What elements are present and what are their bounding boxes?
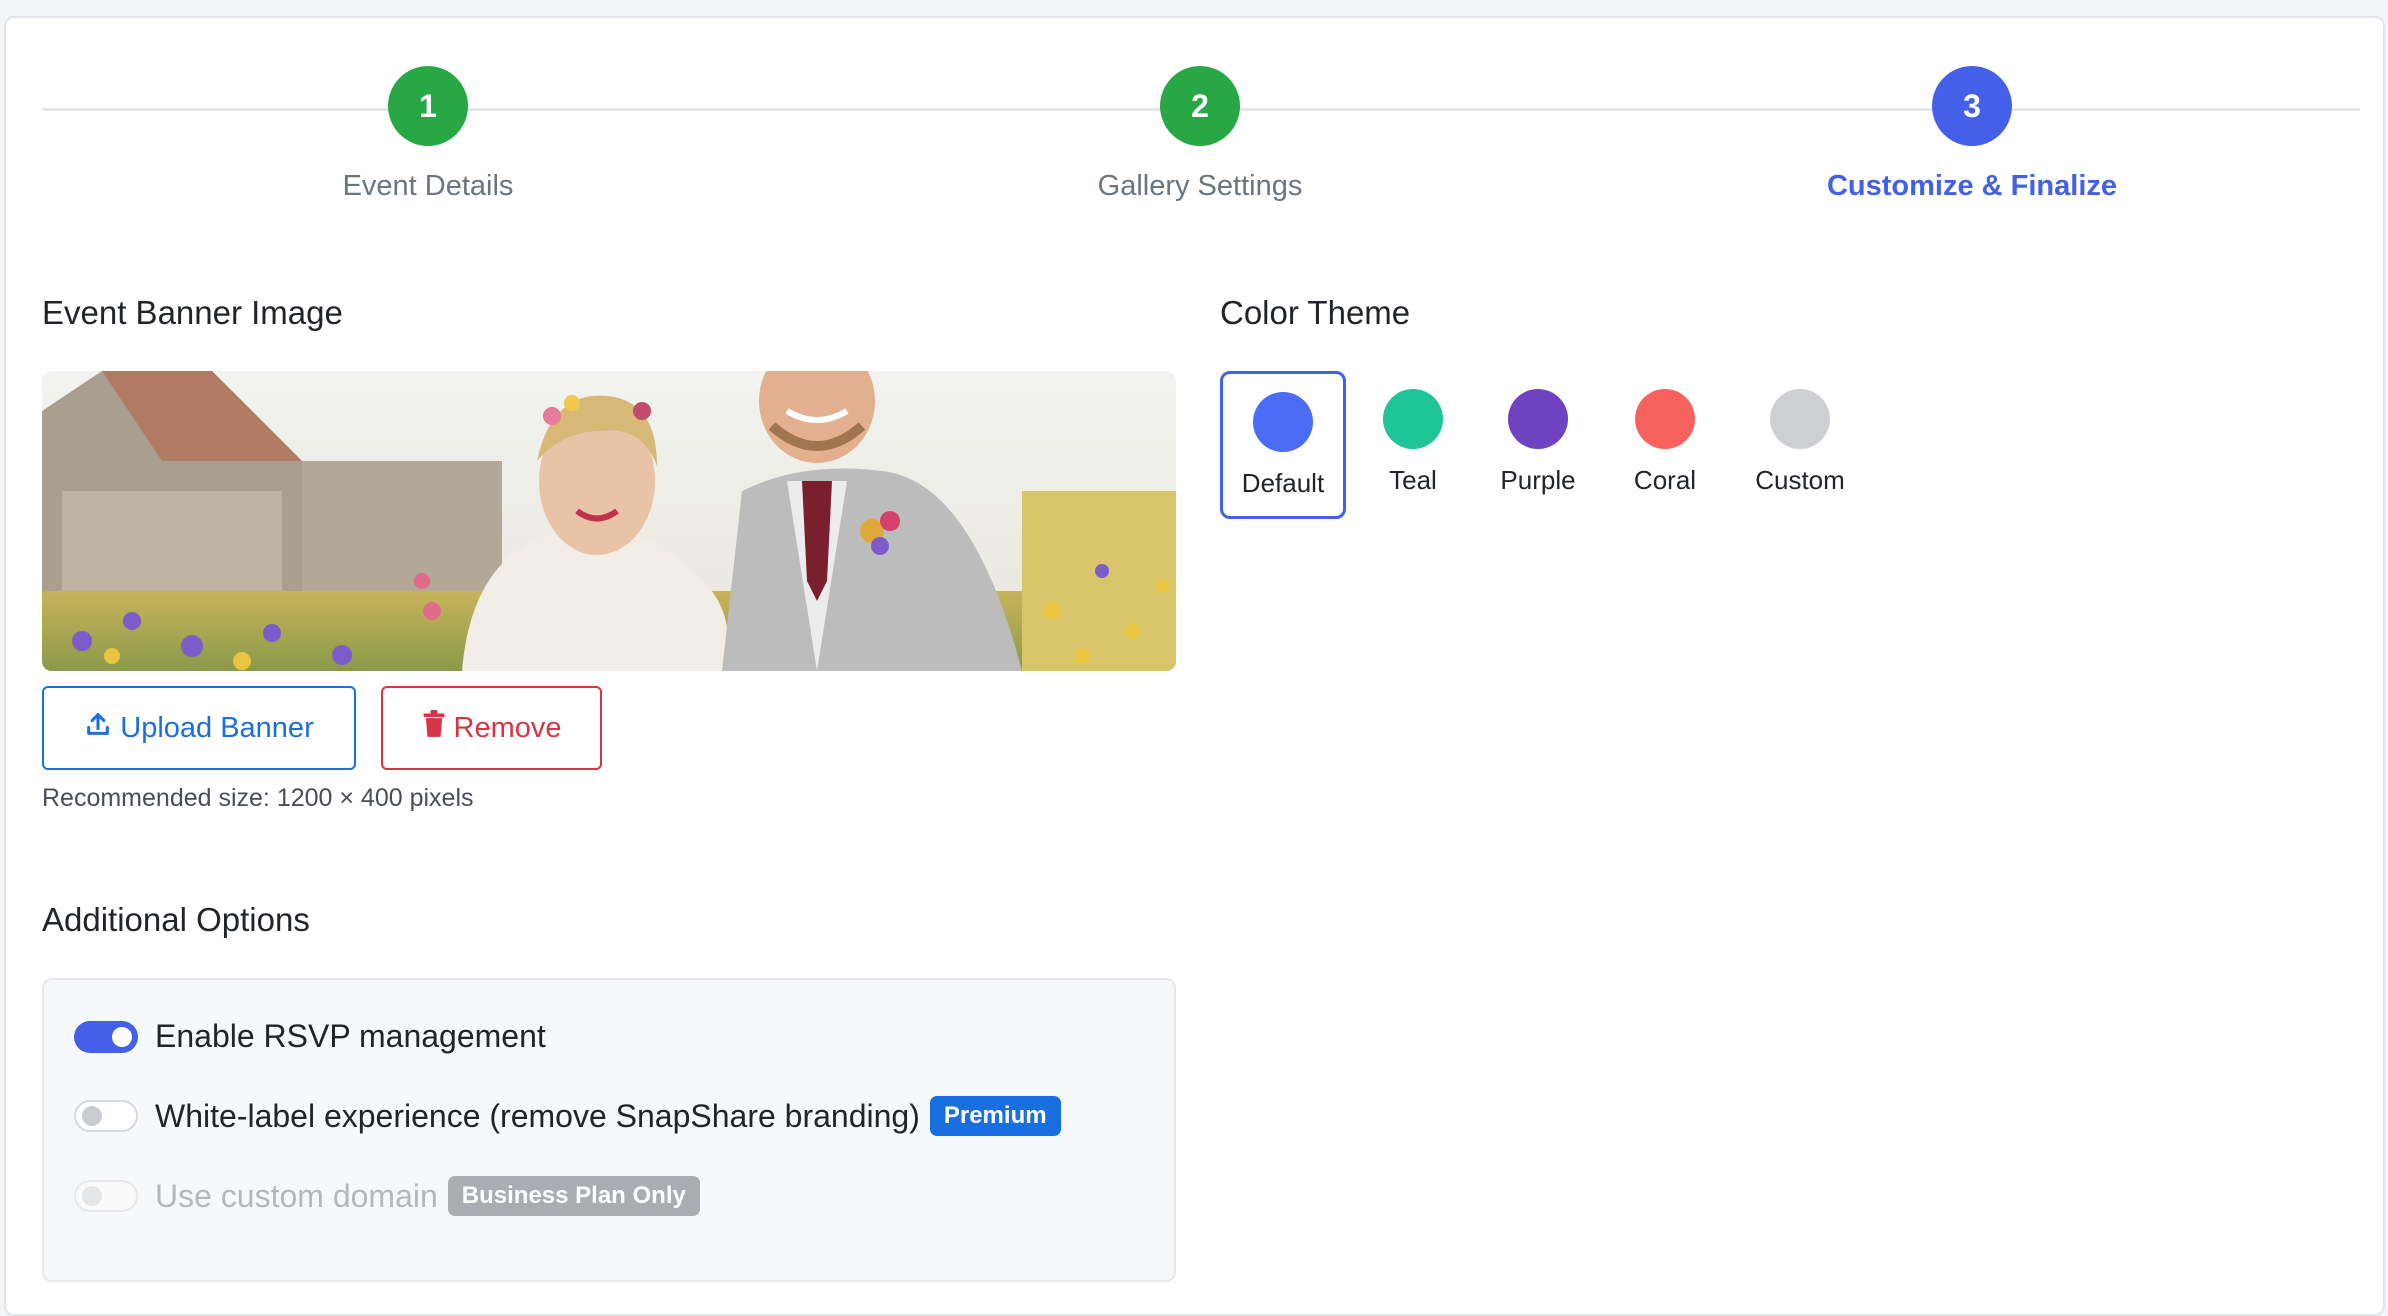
option-rsvp: Enable RSVP management: [74, 1018, 546, 1055]
theme-option-custom[interactable]: Custom: [1737, 371, 1863, 519]
business-plan-badge: Business Plan Only: [447, 1176, 700, 1216]
remove-banner-button[interactable]: Remove: [381, 686, 602, 770]
theme-option-label: Custom: [1755, 465, 1845, 495]
theme-option-purple[interactable]: Purple: [1475, 371, 1601, 519]
theme-option-teal[interactable]: Teal: [1350, 371, 1476, 519]
color-theme-title: Color Theme: [1220, 294, 1411, 331]
step-customize-finalize[interactable]: 3 Customize & Finalize: [1772, 66, 2172, 203]
banner-section-title: Event Banner Image: [42, 294, 343, 331]
theme-option-label: Coral: [1633, 465, 1697, 495]
color-swatch: [1770, 389, 1830, 449]
option-label: Enable RSVP management: [155, 1018, 546, 1054]
upload-banner-label: Upload Banner: [120, 711, 314, 744]
color-swatch: [1508, 389, 1568, 449]
theme-option-label: Default: [1241, 468, 1325, 498]
toggle-knob: [82, 1106, 102, 1126]
step-number-badge: 1: [388, 66, 468, 146]
step-label: Event Details: [342, 170, 514, 202]
step-gallery-settings[interactable]: 2 Gallery Settings: [1000, 66, 1400, 203]
banner-image: [42, 371, 1176, 671]
additional-options-panel: Enable RSVP management White-label exper…: [42, 978, 1176, 1282]
remove-banner-label: Remove: [453, 711, 562, 744]
trash-icon: [422, 710, 446, 746]
color-swatch: [1253, 392, 1313, 452]
option-label: Use custom domain: [155, 1177, 438, 1214]
custom-domain-toggle: [74, 1180, 138, 1212]
theme-option-label: Purple: [1500, 465, 1576, 495]
toggle-knob: [82, 1186, 102, 1206]
option-custom-domain: Use custom domain Business Plan Only: [74, 1176, 700, 1216]
color-swatch: [1383, 389, 1443, 449]
additional-options-title: Additional Options: [42, 901, 310, 938]
banner-size-hint: Recommended size: 1200 × 400 pixels: [42, 784, 474, 812]
step-label: Customize & Finalize: [1826, 170, 2118, 202]
toggle-knob: [112, 1026, 132, 1047]
step-label: Gallery Settings: [1097, 170, 1303, 202]
theme-option-label: Teal: [1389, 465, 1437, 495]
premium-badge: Premium: [929, 1096, 1061, 1136]
theme-option-coral[interactable]: Coral: [1602, 371, 1728, 519]
wizard-card: 1 Event Details 2 Gallery Settings 3 Cus…: [4, 16, 2385, 1316]
theme-option-default[interactable]: Default: [1220, 371, 1346, 519]
step-number-badge: 3: [1932, 66, 2012, 146]
option-label: White-label experience (remove SnapShare…: [155, 1097, 920, 1134]
step-event-details[interactable]: 1 Event Details: [228, 66, 628, 203]
upload-banner-button[interactable]: Upload Banner: [42, 686, 356, 770]
color-swatch: [1635, 389, 1695, 449]
rsvp-toggle[interactable]: [74, 1020, 138, 1053]
upload-icon: [84, 710, 112, 746]
step-number-badge: 2: [1160, 66, 1240, 146]
white-label-toggle[interactable]: [74, 1100, 138, 1132]
option-white-label: White-label experience (remove SnapShare…: [74, 1096, 1061, 1136]
